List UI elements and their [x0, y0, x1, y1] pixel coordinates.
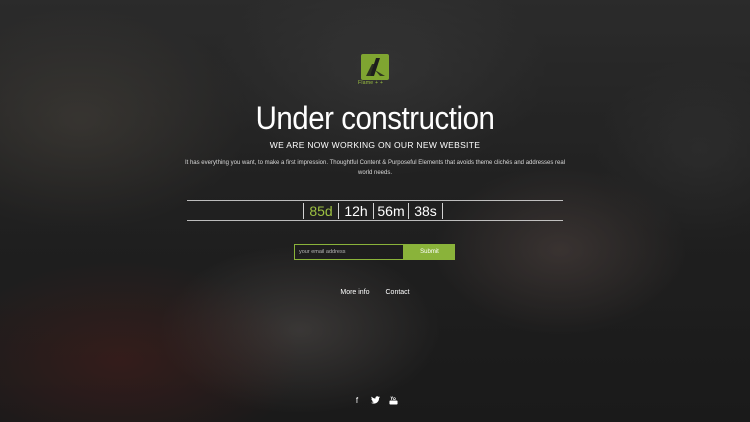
twitter-icon[interactable]	[370, 395, 380, 405]
footer-links: More info Contact	[0, 289, 750, 296]
page-description: It has everything you want, to make a fi…	[184, 160, 566, 176]
email-input[interactable]	[294, 244, 404, 260]
twitter-bird-icon	[370, 396, 380, 404]
social-links: f	[352, 394, 398, 406]
subscribe-form: Submit	[294, 244, 455, 260]
logo-mark-icon	[366, 58, 385, 76]
facebook-icon[interactable]: f	[352, 395, 362, 405]
countdown-hours: 12h	[338, 203, 373, 219]
youtube-logo-icon	[388, 395, 398, 405]
submit-button[interactable]: Submit	[404, 244, 455, 260]
contact-link[interactable]: Contact	[386, 289, 410, 296]
countdown-minutes: 56m	[373, 203, 408, 219]
page-title: Under construction	[255, 100, 495, 136]
logo[interactable]	[361, 54, 389, 80]
more-info-link[interactable]: More info	[340, 289, 369, 296]
countdown-row: 85d 12h 56m 38s	[303, 203, 443, 219]
countdown-seconds: 38s	[408, 203, 443, 219]
page-subtitle: WE ARE NOW WORKING ON OUR NEW WEBSITE	[269, 140, 481, 150]
countdown-timer: 85d 12h 56m 38s	[187, 200, 563, 221]
page-content: Flame + + Under construction WE ARE NOW …	[0, 0, 750, 422]
youtube-icon[interactable]	[388, 395, 398, 405]
countdown-days: 85d	[303, 203, 338, 219]
logo-text: Flame + +	[358, 80, 384, 86]
